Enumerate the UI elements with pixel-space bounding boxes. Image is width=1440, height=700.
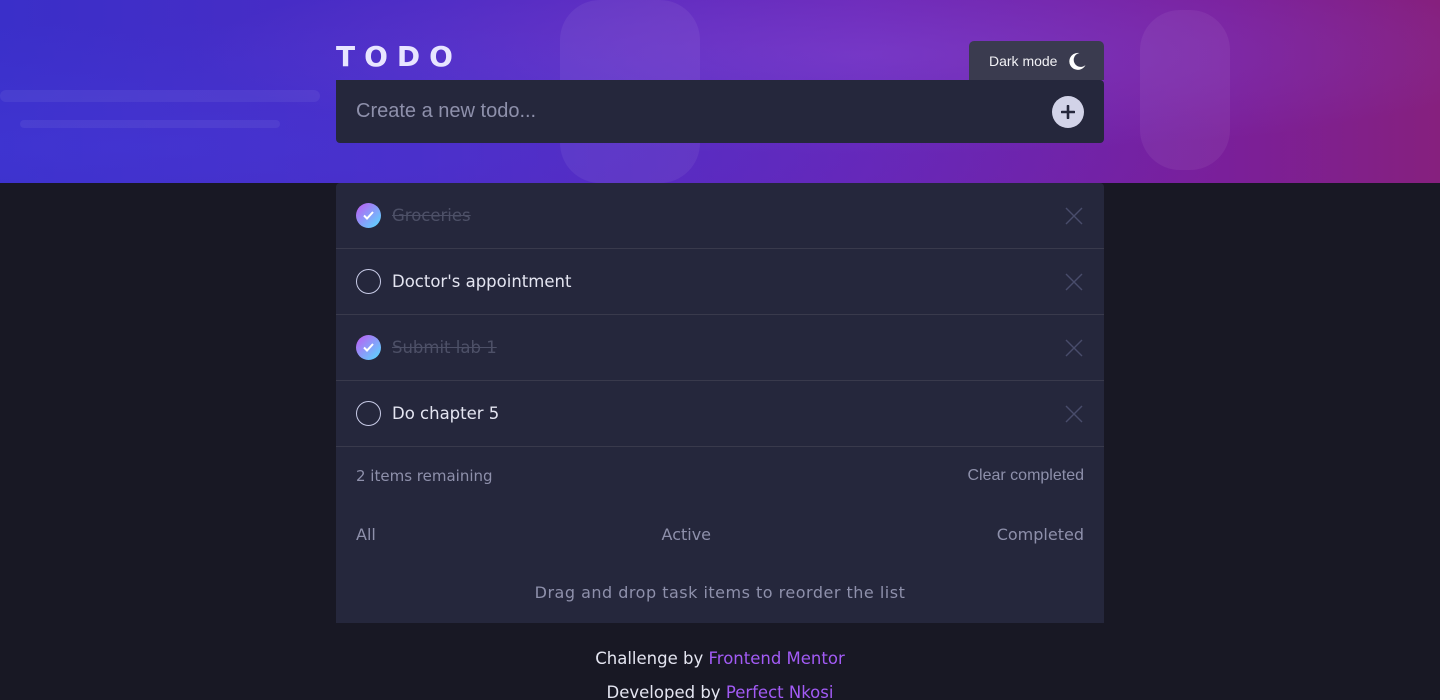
check-icon bbox=[363, 211, 374, 220]
todo-checkbox[interactable] bbox=[356, 269, 381, 294]
todo-text: Doctor's appointment bbox=[392, 272, 572, 291]
todo-item[interactable]: Submit lab 1 bbox=[336, 315, 1104, 381]
check-icon bbox=[363, 343, 374, 352]
developer-prefix: Developed by bbox=[606, 683, 721, 700]
todo-text: Groceries bbox=[392, 206, 471, 225]
reorder-hint: Drag and drop task items to reorder the … bbox=[534, 582, 906, 602]
filter-completed[interactable]: Completed bbox=[997, 525, 1084, 544]
todo-item[interactable]: Groceries bbox=[336, 183, 1104, 249]
close-icon[interactable] bbox=[1064, 404, 1084, 424]
todo-checkbox[interactable] bbox=[356, 203, 381, 228]
todo-text: Do chapter 5 bbox=[392, 404, 500, 423]
add-todo-button[interactable] bbox=[1052, 95, 1084, 128]
dark-mode-toggle[interactable]: Dark mode bbox=[969, 41, 1104, 80]
todo-list: Groceries Doctor's appointment Submit la… bbox=[336, 183, 1104, 623]
todo-checkbox[interactable] bbox=[356, 335, 381, 360]
close-icon[interactable] bbox=[1064, 272, 1084, 292]
challenge-credit: Challenge by Frontend Mentor bbox=[0, 649, 1440, 668]
new-todo-input[interactable] bbox=[356, 100, 1052, 123]
todo-item[interactable]: Do chapter 5 bbox=[336, 381, 1104, 447]
todo-item[interactable]: Doctor's appointment bbox=[336, 249, 1104, 315]
filter-active[interactable]: Active bbox=[662, 525, 712, 544]
background-texture bbox=[20, 120, 280, 128]
dark-mode-label: Dark mode bbox=[989, 52, 1058, 69]
challenge-prefix: Challenge by bbox=[595, 649, 704, 668]
list-footer: 2 items remaining Clear completed bbox=[336, 447, 1104, 505]
close-icon[interactable] bbox=[1064, 338, 1084, 358]
todo-checkbox[interactable] bbox=[356, 401, 381, 426]
filter-bar: All Active Completed bbox=[336, 505, 1104, 563]
items-remaining: 2 items remaining bbox=[356, 467, 493, 485]
new-todo-bar bbox=[336, 80, 1104, 143]
todo-text: Submit lab 1 bbox=[392, 338, 497, 357]
developer-credit: Developed by Perfect Nkosi bbox=[0, 683, 1440, 700]
developer-link[interactable]: Perfect Nkosi bbox=[726, 683, 834, 700]
background-texture bbox=[0, 90, 320, 102]
filter-all[interactable]: All bbox=[356, 525, 376, 544]
clear-completed-button[interactable]: Clear completed bbox=[968, 467, 1085, 485]
close-icon[interactable] bbox=[1064, 206, 1084, 226]
frontend-mentor-link[interactable]: Frontend Mentor bbox=[708, 649, 844, 668]
background-texture bbox=[1140, 10, 1230, 170]
moon-icon bbox=[1067, 51, 1087, 71]
app-title: TODO bbox=[336, 40, 462, 73]
plus-icon bbox=[1061, 104, 1075, 119]
